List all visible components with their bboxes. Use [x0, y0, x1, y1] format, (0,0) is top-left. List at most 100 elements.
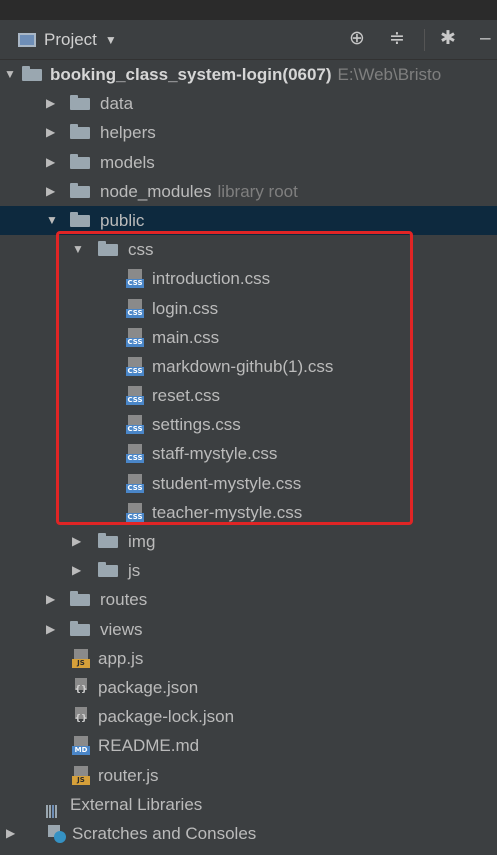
tree-item-js[interactable]: ▶ js — [0, 556, 497, 585]
json-file-icon: {} — [72, 677, 90, 698]
tree-item-label: public — [100, 210, 145, 230]
css-file-row[interactable]: CSS reset.css — [0, 381, 497, 410]
file-label: reset.css — [152, 386, 221, 406]
collapsed-arrow-icon[interactable]: ▶ — [46, 585, 55, 614]
collapsed-arrow-icon[interactable]: ▶ — [6, 819, 15, 848]
file-label: teacher-mystyle.css — [152, 502, 303, 522]
css-file-icon: CSS — [126, 502, 144, 523]
css-file-icon: CSS — [126, 327, 144, 348]
collapsed-arrow-icon[interactable]: ▶ — [72, 527, 81, 556]
collapsed-arrow-icon[interactable]: ▶ — [46, 148, 55, 177]
expanded-arrow-icon[interactable]: ▼ — [46, 206, 58, 235]
file-row-router-js[interactable]: JS router.js — [0, 761, 497, 790]
toolbar-separator — [424, 29, 425, 51]
file-label: markdown-github(1).css — [152, 356, 334, 376]
css-file-row[interactable]: CSS login.css — [0, 294, 497, 323]
css-file-row[interactable]: CSS teacher-mystyle.css — [0, 498, 497, 527]
top-strip — [0, 0, 497, 20]
file-label: login.css — [152, 298, 219, 318]
css-file-icon: CSS — [126, 386, 144, 406]
css-file-icon: CSS — [126, 298, 144, 319]
file-label: introduction.css — [152, 269, 271, 289]
tree-item-node-modules[interactable]: ▶ node_modules library root — [0, 177, 497, 206]
collapsed-arrow-icon[interactable]: ▶ — [46, 118, 55, 147]
crosshair-icon[interactable]: ⊕ — [349, 28, 365, 50]
collapsed-arrow-icon[interactable]: ▶ — [46, 615, 55, 644]
tree-item-label: routes — [100, 590, 148, 610]
tree-item-routes[interactable]: ▶ routes — [0, 585, 497, 614]
folder-icon — [70, 211, 90, 227]
tree-item-models[interactable]: ▶ models — [0, 148, 497, 177]
collapsed-arrow-icon[interactable]: ▶ — [72, 556, 81, 585]
expanded-arrow-icon[interactable]: ▼ — [4, 60, 16, 89]
css-file-row[interactable]: CSS student-mystyle.css — [0, 469, 497, 498]
gear-icon[interactable]: ✱ — [440, 28, 456, 50]
tree-root-label: booking_class_system-login(0607) E:\Web\B… — [50, 65, 442, 84]
tree-item-label: node_modules library root — [100, 181, 298, 201]
collapse-icon[interactable]: ≑ — [389, 28, 405, 50]
css-file-row[interactable]: CSS staff-mystyle.css — [0, 439, 497, 468]
css-file-row[interactable]: CSS introduction.css — [0, 264, 497, 293]
folder-icon — [70, 124, 90, 140]
tree-item-public[interactable]: ▼ public — [0, 205, 497, 236]
file-label: README.md — [98, 736, 200, 756]
collapsed-arrow-icon[interactable]: ▶ — [46, 177, 55, 206]
tree-item-label: helpers — [100, 123, 156, 143]
file-label: settings.css — [152, 415, 241, 435]
css-file-icon: CSS — [126, 356, 144, 377]
tree-item-external-libraries[interactable]: External Libraries — [0, 790, 497, 819]
json-file-icon: {} — [72, 707, 90, 727]
tree-item-views[interactable]: ▶ views — [0, 615, 497, 644]
tree-item-label: data — [100, 94, 134, 114]
file-label: package.json — [98, 677, 199, 697]
file-row-readme-md[interactable]: MD README.md — [0, 731, 497, 760]
tree-item-helpers[interactable]: ▶ helpers — [0, 118, 497, 147]
tree-item-label: img — [128, 532, 156, 551]
tree-item-scratches[interactable]: ▶ Scratches and Consoles — [0, 819, 497, 848]
expanded-arrow-icon[interactable]: ▼ — [72, 235, 84, 264]
tree-item-label: External Libraries — [70, 794, 203, 814]
css-file-row[interactable]: CSS main.css — [0, 323, 497, 352]
folder-icon — [98, 533, 118, 548]
file-label: package-lock.json — [98, 707, 235, 727]
file-label: app.js — [98, 648, 144, 668]
file-label: staff-mystyle.css — [152, 444, 278, 464]
css-file-row[interactable]: CSS markdown-github(1).css — [0, 352, 497, 381]
css-file-row[interactable]: CSS settings.css — [0, 410, 497, 439]
tree-item-data[interactable]: ▶ data — [0, 89, 497, 118]
tree-item-label: css — [128, 240, 154, 260]
project-tool-window-header: Project ▼ ⊕ ≑ ✱ – — [0, 20, 497, 60]
tree-item-label: js — [128, 561, 141, 581]
chevron-down-icon[interactable]: ▼ — [105, 33, 117, 47]
file-row-package-json[interactable]: {} package.json — [0, 673, 497, 702]
folder-icon — [70, 153, 90, 169]
scratches-icon — [48, 824, 66, 843]
css-file-icon: CSS — [126, 444, 144, 464]
folder-icon — [70, 620, 90, 636]
js-file-icon: JS — [72, 648, 90, 669]
css-file-icon: CSS — [126, 473, 144, 494]
file-label: router.js — [98, 765, 159, 785]
collapsed-arrow-icon[interactable]: ▶ — [46, 89, 55, 118]
tree-item-label: views — [100, 619, 143, 639]
folder-icon — [22, 66, 42, 81]
tree-item-css[interactable]: ▼ css — [0, 235, 497, 264]
folder-icon — [70, 591, 90, 607]
tree-root-row[interactable]: ▼ booking_class_system-login(0607) E:\Web… — [0, 60, 497, 89]
tree-item-img[interactable]: ▶ img — [0, 527, 497, 556]
project-tree: ▼ booking_class_system-login(0607) E:\Web… — [0, 60, 497, 848]
file-row-app-js[interactable]: JS app.js — [0, 644, 497, 673]
folder-icon — [98, 241, 118, 257]
library-root-hint: library root — [217, 181, 298, 201]
file-row-package-lock-json[interactable]: {} package-lock.json — [0, 702, 497, 731]
file-label: main.css — [152, 327, 220, 347]
project-view-selector[interactable]: Project — [44, 30, 97, 50]
js-file-icon: JS — [72, 765, 90, 786]
project-view-icon — [18, 32, 36, 47]
tree-item-label: Scratches and Consoles — [72, 823, 257, 843]
css-file-icon: CSS — [126, 415, 144, 435]
markdown-file-icon: MD — [72, 736, 90, 756]
minimize-icon[interactable]: – — [480, 28, 491, 50]
tree-item-label: models — [100, 152, 155, 172]
tree-root-path: E:\Web\Bristo — [337, 65, 442, 84]
